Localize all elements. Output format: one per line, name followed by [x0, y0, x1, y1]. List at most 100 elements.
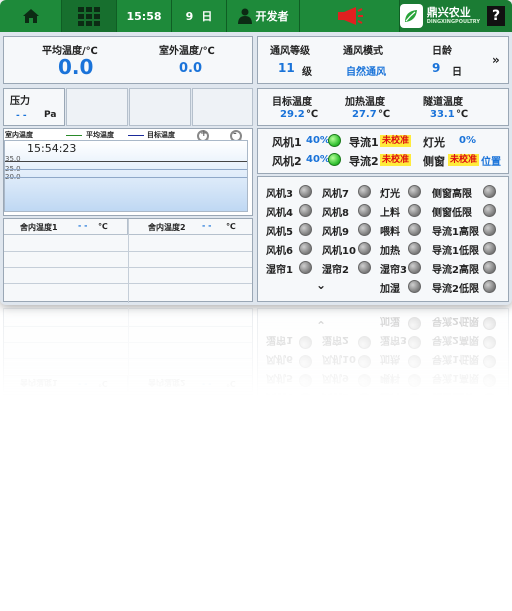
device-label: 侧窗高限 [432, 189, 472, 200]
device-label: 风机5 [266, 227, 293, 238]
indoor-temp-table: 舍内温度1 - - ℃ 舍内温度2 - - ℃ [3, 218, 253, 303]
indoor1-unit: ℃ [98, 222, 108, 231]
help-cell[interactable]: ? [480, 0, 512, 32]
empty-cell-2 [129, 88, 191, 126]
device-label: 风机8 [322, 208, 349, 219]
device-lamp [483, 185, 496, 198]
heat-temp-unit: ℃ [378, 109, 391, 120]
ventilation-panel[interactable]: 通风等级 11 级 通风模式 自然通风 日龄 9 日 » [257, 36, 509, 84]
device-label: 风机7 [322, 189, 349, 200]
position-link[interactable]: 位置 [481, 153, 501, 168]
device-label: 导流1低限 [432, 246, 479, 257]
tunnel-temp-label: 隧道温度 [423, 97, 463, 108]
light-value: 0% [459, 135, 476, 146]
light-label: 灯光 [423, 136, 445, 149]
device-label: 风机3 [266, 189, 293, 200]
hmi-screen: 15:58 9 日 开发者 鼎兴农业 DINGXINGPOULTRY ? 平均温… [0, 0, 512, 305]
day-number: 9 [185, 9, 194, 23]
chart-plot-area[interactable]: 15:54:23 35.0 25.0 20.0 [4, 140, 248, 212]
vent-mode-label: 通风模式 [343, 46, 383, 57]
guide1-badge: 未校准 [380, 135, 412, 147]
device-lamp [408, 261, 421, 274]
device-label: 导流2高限 [432, 265, 479, 276]
vent-level-value: 11 [278, 61, 295, 75]
indoor2-value: - - [202, 221, 212, 230]
leaf-logo-icon [400, 4, 423, 28]
user-name: 开发者 [255, 10, 289, 23]
fan2-lamp [328, 153, 341, 166]
target-temp-label: 目标温度 [272, 97, 312, 108]
device-label: 湿帘1 [266, 265, 293, 276]
vent-level-label: 通风等级 [270, 46, 310, 57]
avg-temp-value: 0.0 [58, 55, 94, 79]
megaphone-alarm-icon [337, 7, 363, 25]
device-label: 风机10 [322, 246, 356, 257]
device-lamp [408, 280, 421, 293]
device-lamp [299, 185, 312, 198]
heat-temp-value: 27.7 [352, 109, 377, 120]
device-lamp [299, 223, 312, 236]
guide2-badge: 未校准 [380, 154, 412, 166]
device-lamp [483, 280, 496, 293]
device-lamp [408, 204, 421, 217]
menu-button[interactable] [62, 0, 117, 32]
chart-gridline [5, 169, 247, 170]
fan1-value: 40% [306, 135, 330, 146]
side-window-label: 侧窗 [423, 155, 445, 168]
device-label: 风机4 [266, 208, 293, 219]
device-lamp [299, 204, 312, 217]
user-icon [237, 8, 252, 24]
top-bar: 15:58 9 日 开发者 鼎兴农业 DINGXINGPOULTRY ? [0, 0, 512, 32]
fan2-value: 40% [306, 154, 330, 165]
indoor1-label: 舍内温度1 [20, 223, 58, 232]
heat-temp-label: 加热温度 [345, 97, 385, 108]
tunnel-temp-value: 33.1 [430, 109, 455, 120]
tunnel-temp-unit: ℃ [456, 109, 469, 120]
home-button[interactable] [0, 0, 62, 32]
vent-more-icon[interactable]: » [492, 53, 500, 67]
indoor2-label: 舍内温度2 [148, 223, 186, 232]
brand-subtext: DINGXINGPOULTRY [426, 19, 480, 25]
age-value: 9 [432, 61, 441, 75]
outdoor-temp-value: 0.0 [179, 61, 203, 76]
chart-gridline [5, 161, 247, 162]
brand-logo: 鼎兴农业 DINGXINGPOULTRY [400, 0, 480, 32]
device-status-panel: 风机3 风机4 风机5 风机6 湿帘1 风机7 风机8 风机9 风机10 湿帘2… [257, 176, 509, 302]
help-button[interactable]: ? [487, 6, 505, 26]
age-label: 日龄 [432, 46, 452, 57]
age-unit: 日 [452, 67, 462, 78]
target-temp-unit: ℃ [306, 109, 319, 120]
empty-cell-3 [192, 88, 253, 126]
fan2-label: 风机2 [272, 155, 302, 168]
legend-target-swatch [128, 135, 144, 136]
device-label: 导流2低限 [432, 284, 479, 295]
device-lamp [483, 223, 496, 236]
scroll-down-icon[interactable]: ⌄ [316, 278, 326, 292]
vent-mode-value: 自然通风 [346, 67, 386, 78]
legend-avg-swatch [66, 135, 82, 136]
alarm-button[interactable] [300, 0, 400, 32]
screen-reflection: 15:58 9 日 开发者 鼎兴农业 DINGXINGPOULTRY ? 平均温… [0, 305, 512, 610]
device-lamp [358, 204, 371, 217]
device-lamp [299, 242, 312, 255]
indoor1-value: - - [78, 221, 88, 230]
day-display: 9 日 [172, 0, 227, 32]
clock-display: 15:58 [117, 0, 172, 32]
pressure-value: - - [16, 111, 27, 121]
table-divider [128, 219, 129, 303]
chart-timestamp: 15:54:23 [27, 142, 77, 155]
device-label: 加湿 [380, 284, 400, 295]
device-label: 上料 [380, 208, 400, 219]
device-lamp [358, 261, 371, 274]
target-temp-panel: 目标温度 29.2 ℃ 加热温度 27.7 ℃ 隧道温度 33.1 ℃ [257, 88, 509, 126]
day-unit: 日 [201, 10, 213, 23]
device-lamp [408, 242, 421, 255]
brand-name: 鼎兴农业 [426, 6, 471, 19]
legend-target-label: 目标温度 [147, 131, 175, 139]
outdoor-temp-label: 室外温度/℃ [159, 46, 215, 57]
user-button[interactable]: 开发者 [227, 0, 300, 32]
device-lamp [358, 185, 371, 198]
chart-gridline [5, 177, 247, 178]
fan1-label: 风机1 [272, 136, 302, 149]
fan-status-panel: 风机1 40% 导流1 未校准 灯光 0% 风机2 40% 导流2 未校准 侧窗… [257, 128, 509, 174]
